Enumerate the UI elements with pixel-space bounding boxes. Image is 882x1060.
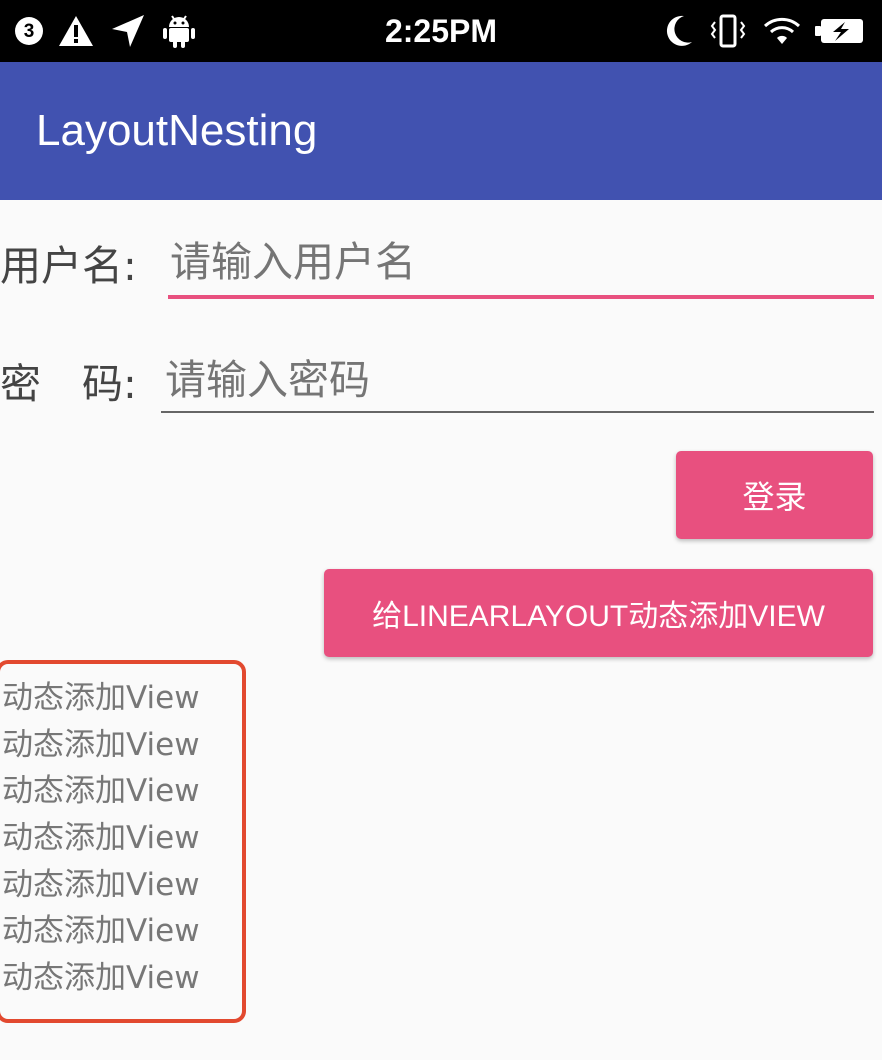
dynamic-view-item: 动态添加View <box>2 773 200 810</box>
dynamic-view-item: 动态添加View <box>2 726 200 763</box>
dynamic-view-list: 动态添加View 动态添加View 动态添加View 动态添加View 动态添加… <box>0 675 240 1002</box>
dynamic-view-item: 动态添加View <box>2 913 200 950</box>
app-title: LayoutNesting <box>36 106 318 155</box>
password-label: 密 码: <box>0 360 137 408</box>
dynamic-view-item: 动态添加View <box>2 680 200 716</box>
status-bar: 3 2:25PM <box>0 0 882 62</box>
dynamic-view-item: 动态添加View <box>2 960 200 997</box>
battery-charging-icon <box>812 0 868 62</box>
password-input-underline <box>161 411 874 413</box>
username-input-underline <box>168 295 874 299</box>
login-button[interactable]: 登录 <box>676 451 873 539</box>
wifi-icon <box>760 0 804 62</box>
username-input[interactable] <box>170 234 870 290</box>
app-bar: LayoutNesting <box>0 62 882 200</box>
username-label: 用户名: <box>0 242 137 290</box>
password-input[interactable] <box>165 352 870 408</box>
dynamic-view-item: 动态添加View <box>2 866 200 903</box>
add-view-button[interactable]: 给LINEARLAYOUT动态添加VIEW <box>324 569 873 657</box>
dynamic-view-item: 动态添加View <box>2 820 200 857</box>
moon-icon <box>658 0 698 62</box>
vibrate-icon <box>706 0 750 62</box>
